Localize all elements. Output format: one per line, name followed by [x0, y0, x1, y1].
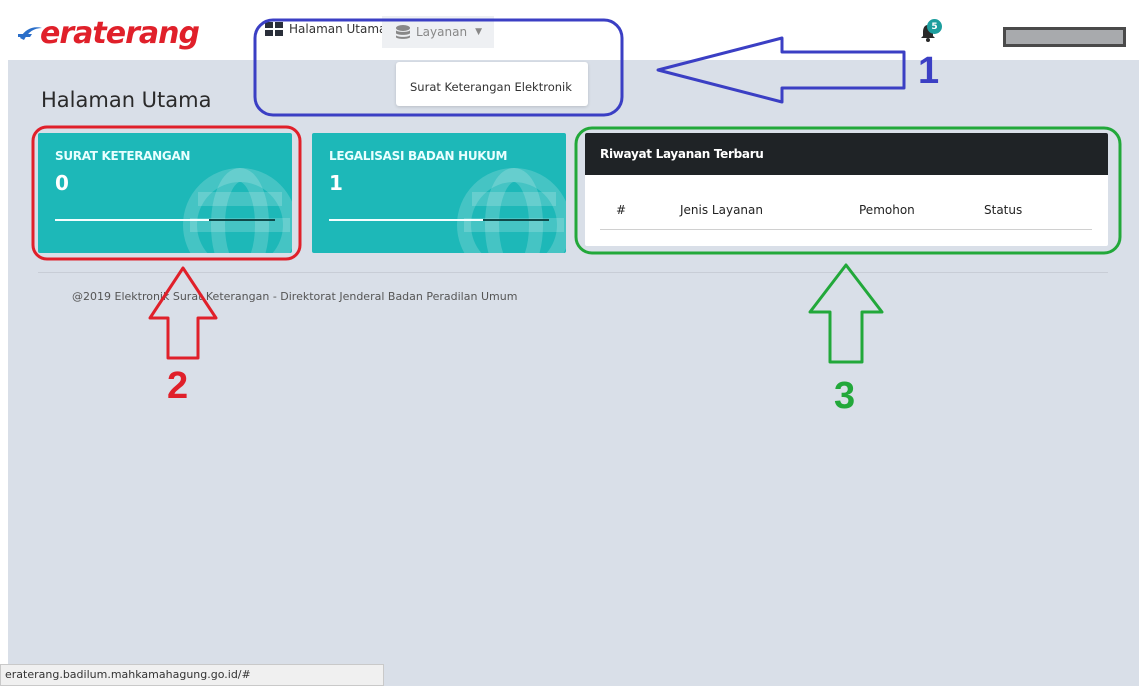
user-menu[interactable]: [1003, 27, 1126, 47]
annotation-label-1: 1: [918, 50, 940, 92]
logo-text: eraterang: [40, 15, 200, 51]
table-divider: [600, 229, 1092, 230]
nav-layanan[interactable]: Layanan ▼: [382, 16, 494, 48]
card-value: 0: [55, 171, 69, 195]
footer-text: @2019 Elektronik Surat Keterangan - Dire…: [72, 290, 518, 303]
card-progress-bar: [329, 219, 549, 221]
stat-card-surat-keterangan[interactable]: SURAT KETERANGAN 0: [38, 133, 292, 253]
content-divider: [38, 272, 1108, 273]
browser-status-bar: eraterang.badilum.mahkamahagung.go.id/#: [0, 664, 384, 686]
chevron-down-icon: ▼: [475, 27, 482, 37]
card-progress-bar: [55, 219, 275, 221]
card-value: 1: [329, 171, 343, 195]
column-header-status: Status: [984, 203, 1023, 217]
layanan-dropdown-menu: Surat Keterangan Elektronik: [396, 62, 588, 106]
grid-icon: [265, 22, 283, 36]
nav-home[interactable]: Halaman Utama: [265, 22, 386, 36]
column-header-jenis-layanan: Jenis Layanan: [680, 203, 763, 217]
annotation-label-3: 3: [834, 375, 856, 417]
column-header-pemohon: Pemohon: [859, 203, 915, 217]
globe-icon: [183, 168, 292, 253]
dropdown-item-surat-keterangan[interactable]: Surat Keterangan Elektronik: [410, 80, 572, 94]
page-title: Halaman Utama: [41, 88, 212, 112]
card-label: LEGALISASI BADAN HUKUM: [329, 149, 508, 163]
top-navbar: eraterang Halaman Utama Layanan ▼ 5: [0, 0, 1139, 60]
column-header-number: #: [616, 203, 627, 217]
brand-logo[interactable]: eraterang: [18, 15, 200, 51]
card-progress-fill: [55, 219, 209, 221]
database-icon: [396, 24, 410, 39]
nav-home-label: Halaman Utama: [289, 22, 387, 36]
status-bar-url: eraterang.badilum.mahkamahagung.go.id/#: [5, 668, 251, 681]
notification-badge: 5: [927, 19, 942, 34]
history-panel: Riwayat Layanan Terbaru # Jenis Layanan …: [585, 133, 1108, 246]
annotation-label-2: 2: [167, 365, 189, 407]
history-panel-title: Riwayat Layanan Terbaru: [600, 147, 764, 161]
stat-card-legalisasi-badan-hukum[interactable]: LEGALISASI BADAN HUKUM 1: [312, 133, 566, 253]
nav-layanan-label: Layanan: [416, 25, 468, 39]
card-label: SURAT KETERANGAN: [55, 149, 191, 163]
card-progress-fill: [329, 219, 483, 221]
history-panel-header: Riwayat Layanan Terbaru: [585, 133, 1108, 175]
